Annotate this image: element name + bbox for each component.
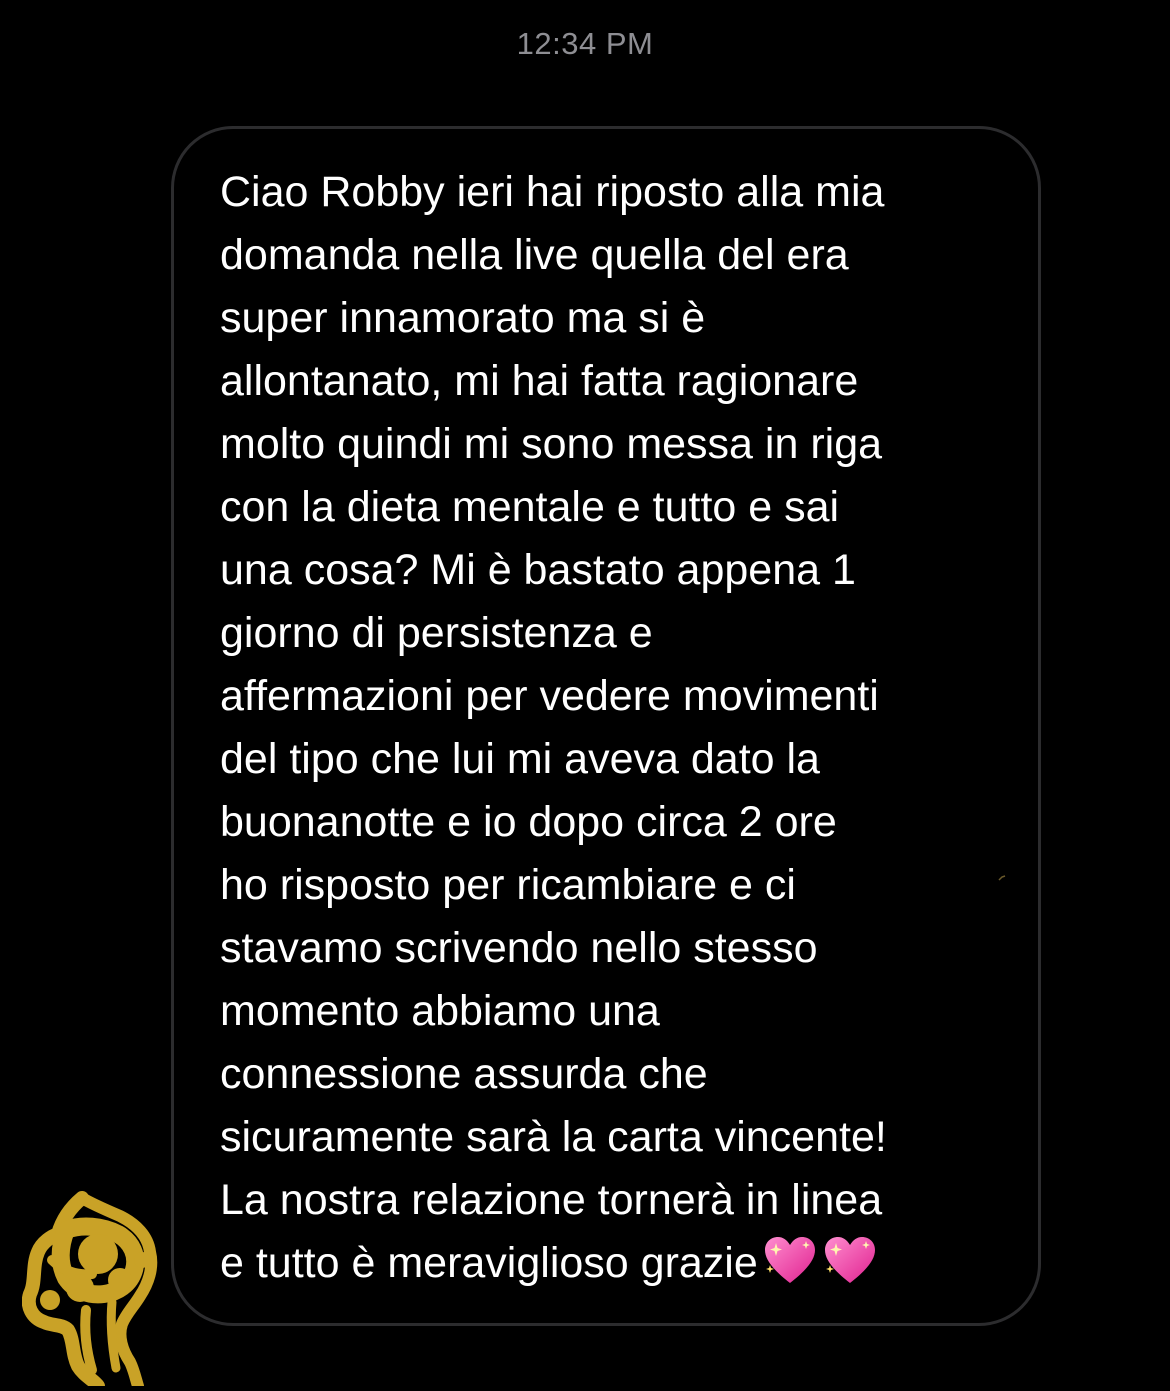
message-text: Ciao Robby ieri hai riposto alla mia dom… [220,161,1000,1295]
message-line: domanda nella live quella del era [220,231,849,279]
sparkling-heart-icon [762,1235,818,1287]
message-timestamp: 12:34 PM [516,26,654,61]
message-line: giorno di persistenza e [220,609,653,657]
message-line: con la dieta mentale e tutto e sai [220,483,840,531]
screen-smudge [998,868,1006,881]
message-line: super innamorato ma si è [220,294,706,342]
message-line: sicuramente sarà la carta vincente! [220,1113,887,1161]
message-line: connessione assurda che [220,1050,708,1098]
message-line: allontanato, mi hai fatta ragionare [220,357,859,405]
message-line: stavamo scrivendo nello stesso [220,924,818,972]
message-line-last: e tutto è meraviglioso grazie [220,1232,1000,1295]
message-line: Ciao Robby ieri hai riposto alla mia [220,168,885,216]
message-bubble[interactable]: Ciao Robby ieri hai riposto alla mia dom… [171,126,1041,1326]
message-line: molto quindi mi sono messa in riga [220,420,883,468]
message-line: buonanotte e io dopo circa 2 ore [220,798,837,846]
sparkling-heart-icon [822,1235,878,1287]
gold-doodle-sticker [21,1190,172,1391]
message-line: La nostra relazione tornerà in linea [220,1176,883,1224]
message-line: affermazioni per vedere movimenti [220,672,879,720]
message-line: e tutto è meraviglioso grazie [220,1239,758,1287]
message-line: una cosa? Mi è bastato appena 1 [220,546,856,594]
message-line: momento abbiamo una [220,987,660,1035]
message-line: del tipo che lui mi aveva dato la [220,735,820,783]
message-line: ho risposto per ricambiare e ci [220,861,796,909]
